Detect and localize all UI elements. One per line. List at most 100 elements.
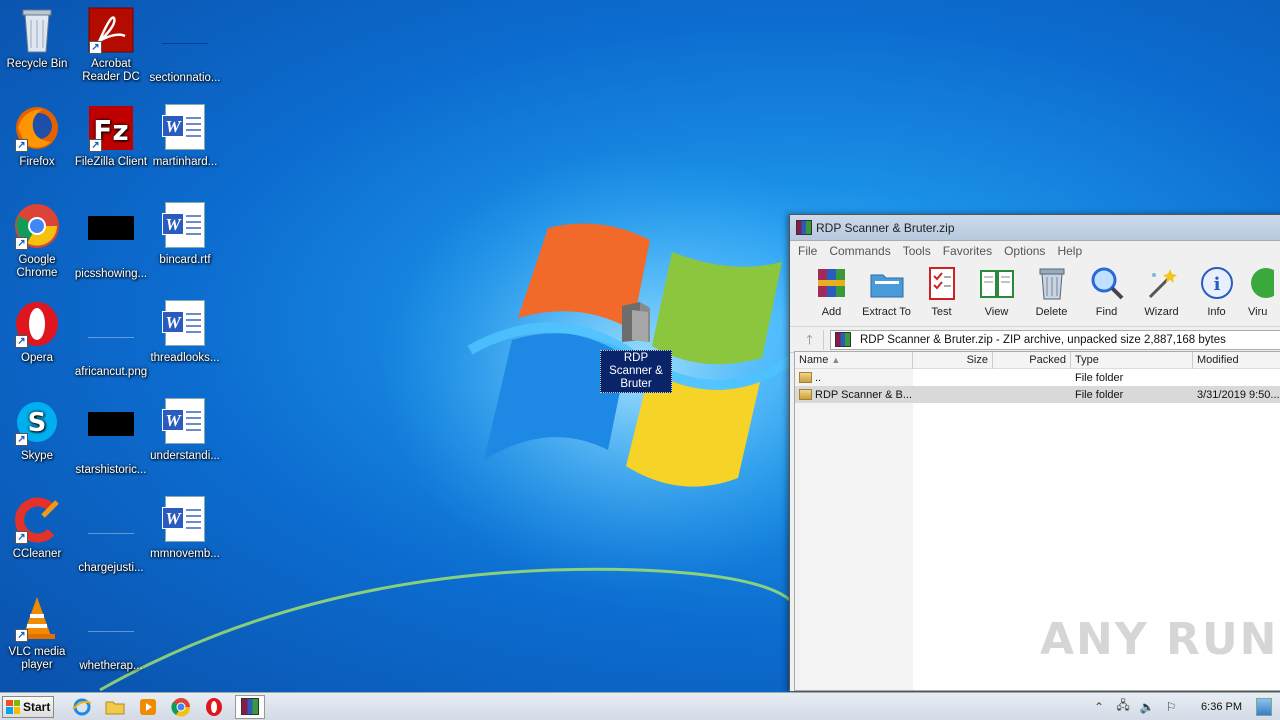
desktop-icon-skype[interactable]: S ↗ Skype — [0, 398, 74, 463]
desktop-icon-label: threadlooks... — [150, 352, 220, 364]
menu-commands[interactable]: Commands — [829, 244, 890, 258]
desktop-icon-label: Recycle Bin — [6, 58, 68, 70]
view-button[interactable]: View — [969, 263, 1024, 318]
firefox-icon: ↗ — [13, 104, 61, 152]
desktop-icon-threadlooks[interactable]: W threadlooks... — [148, 300, 222, 365]
info-button[interactable]: i Info — [1189, 263, 1244, 318]
file-row-rdp-folder[interactable]: RDP Scanner & B... File folder 3/31/2019… — [795, 386, 1280, 403]
desktop-icon-label: Skype — [21, 450, 53, 462]
image-thumbnail-icon — [87, 314, 135, 362]
image-thumbnail-icon — [161, 20, 209, 68]
shortcut-arrow-icon: ↗ — [15, 629, 28, 642]
show-hidden-icons-icon[interactable]: ⌃ — [1091, 699, 1107, 715]
desktop-icon-whetherap[interactable]: whetherap... — [74, 594, 148, 673]
desktop-icon-recycle-bin[interactable]: Recycle Bin — [0, 6, 74, 71]
desktop-icon-firefox[interactable]: ↗ Firefox — [0, 104, 74, 169]
toolbar: Add Extract To Test View Delete Find Wiz… — [790, 261, 1280, 327]
info-icon: i — [1199, 265, 1235, 301]
desktop-icon-ccleaner[interactable]: ↗ CCleaner — [0, 496, 74, 561]
desktop-folder-rdp-scanner[interactable]: RDP Scanner & Bruter — [600, 300, 672, 393]
svg-text:i: i — [1213, 274, 1220, 295]
media-player-icon[interactable] — [136, 695, 160, 719]
desktop-icon-filezilla[interactable]: Fz ↗ FileZilla Client — [74, 104, 148, 169]
desktop-icon-sectionnatio[interactable]: sectionnatio... — [148, 6, 222, 85]
delete-button[interactable]: Delete — [1024, 263, 1079, 318]
extract-to-button[interactable]: Extract To — [859, 263, 914, 318]
desktop-icon-vlc[interactable]: ↗ VLC media player — [0, 594, 74, 672]
desktop-icon-label: picsshowing... — [74, 268, 148, 280]
word-document-icon: W — [161, 104, 209, 152]
desktop-icon-label: Firefox — [19, 156, 55, 168]
extract-folder-icon — [869, 265, 905, 301]
desktop-icon-label: VLC media player — [8, 646, 66, 671]
wizard-button[interactable]: Wizard — [1134, 263, 1189, 318]
add-button[interactable]: Add — [804, 263, 859, 318]
desktop-folder-label: RDP Scanner & Bruter — [600, 350, 672, 393]
desktop-icon-martinhard[interactable]: W martinhard... — [148, 104, 222, 169]
magnifier-icon — [1089, 265, 1125, 301]
menu-tools[interactable]: Tools — [903, 244, 931, 258]
desktop-icon-acrobat[interactable]: ↗ Acrobat Reader DC — [74, 6, 148, 84]
window-titlebar[interactable]: RDP Scanner & Bruter.zip — [790, 215, 1280, 241]
desktop-icon-bincard[interactable]: W bincard.rtf — [148, 202, 222, 267]
word-document-icon: W — [161, 398, 209, 446]
desktop-icon-label: understandi... — [150, 450, 220, 462]
image-thumbnail-icon — [87, 412, 135, 460]
desktop-icon-label: mmnovemb... — [150, 548, 220, 560]
shortcut-arrow-icon: ↗ — [89, 41, 102, 54]
column-size[interactable]: Size — [913, 352, 993, 369]
archive-path-text: RDP Scanner & Bruter.zip - ZIP archive, … — [860, 333, 1226, 346]
word-document-icon: W — [161, 496, 209, 544]
menu-help[interactable]: Help — [1057, 244, 1082, 258]
column-packed[interactable]: Packed — [993, 352, 1071, 369]
word-document-icon: W — [161, 300, 209, 348]
desktop-icon-starshistoric[interactable]: starshistoric... — [74, 398, 148, 477]
volume-icon[interactable]: 🔈 — [1139, 699, 1155, 715]
file-row-parent[interactable]: .. File folder — [795, 369, 1280, 386]
opera-icon[interactable] — [202, 695, 226, 719]
desktop-icon-label: starshistoric... — [75, 464, 147, 476]
menu-favorites[interactable]: Favorites — [943, 244, 992, 258]
word-document-icon: W — [161, 202, 209, 250]
up-folder-icon[interactable]: 🡑 — [796, 329, 824, 350]
winrar-taskbar-icon[interactable] — [235, 694, 265, 719]
test-checklist-icon — [924, 265, 960, 301]
desktop-icon-understandi[interactable]: W understandi... — [148, 398, 222, 463]
find-button[interactable]: Find — [1079, 263, 1134, 318]
system-tray: ⌃ 🖧 🔈 ⚐ 6:36 PM — [1091, 697, 1280, 716]
desktop-icon-label: Acrobat Reader DC — [82, 58, 140, 83]
column-modified[interactable]: Modified — [1193, 352, 1280, 369]
archive-path-field[interactable]: RDP Scanner & Bruter.zip - ZIP archive, … — [830, 329, 1280, 350]
desktop-icon-chargejusti[interactable]: chargejusti... — [74, 496, 148, 575]
test-button[interactable]: Test — [914, 263, 969, 318]
desktop-icon-chrome[interactable]: ↗ Google Chrome — [0, 202, 74, 280]
desktop-icon-africancut[interactable]: africancut.png — [74, 300, 148, 379]
network-icon[interactable]: 🖧 — [1115, 698, 1131, 715]
add-archive-icon — [814, 265, 850, 301]
folder-icon — [618, 300, 654, 344]
clock[interactable]: 6:36 PM — [1201, 701, 1242, 713]
desktop-icon-opera[interactable]: ↗ Opera — [0, 300, 74, 365]
desktop-icon-picsshowing[interactable]: picsshowing... — [74, 202, 148, 281]
chrome-icon[interactable] — [169, 695, 193, 719]
column-name[interactable]: Name ▲ — [795, 352, 913, 369]
view-book-icon — [979, 265, 1015, 301]
column-type[interactable]: Type — [1071, 352, 1193, 369]
menu-file[interactable]: File — [798, 244, 817, 258]
menu-options[interactable]: Options — [1004, 244, 1045, 258]
desktop-icon-label: sectionnatio... — [149, 72, 221, 84]
desktop-icon-label: africancut.png — [74, 366, 148, 378]
chrome-icon: ↗ — [13, 202, 61, 250]
path-bar: 🡑 RDP Scanner & Bruter.zip - ZIP archive… — [790, 327, 1280, 353]
ccleaner-icon: ↗ — [13, 496, 61, 544]
shortcut-arrow-icon: ↗ — [15, 237, 28, 250]
start-button[interactable]: Start — [2, 695, 54, 718]
virus-scan-button[interactable]: Viru — [1244, 263, 1274, 318]
filezilla-icon: Fz ↗ — [87, 104, 135, 152]
internet-explorer-icon[interactable] — [70, 695, 94, 719]
desktop-icon-mmnovemb[interactable]: W mmnovemb... — [148, 496, 222, 561]
taskbar: Start ⌃ 🖧 🔈 ⚐ 6:36 PM — [0, 692, 1280, 720]
show-desktop-button[interactable] — [1256, 697, 1272, 716]
action-center-flag-icon[interactable]: ⚐ — [1163, 699, 1179, 715]
file-explorer-icon[interactable] — [103, 695, 127, 719]
